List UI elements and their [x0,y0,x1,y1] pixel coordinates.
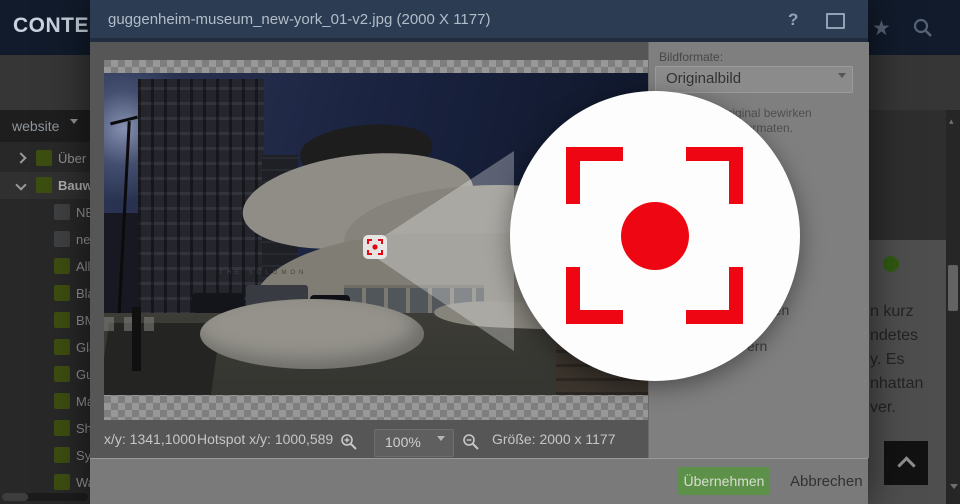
tree-item-label: Bauwe [58,178,90,193]
scrollbar-thumb[interactable] [948,265,958,311]
page-icon [54,420,70,436]
zoom-level-select[interactable]: 100% [374,429,454,457]
page-icon [54,204,70,220]
scroll-up-icon[interactable]: ▴ [949,116,954,127]
chevron-down-icon [838,78,846,96]
tree-item[interactable]: Bauwe [0,172,90,199]
page-icon [54,231,70,247]
zoom-level-value: 100% [385,434,421,450]
modal-help-icon[interactable]: ? [788,10,798,30]
focus-dot-icon [621,202,689,270]
text-fragment: n kurz [870,303,914,321]
tree-item[interactable]: She [0,415,90,442]
page-icon [54,312,70,328]
chevron-up-icon [897,456,915,474]
bookmark-star-icon[interactable]: ★ [872,16,891,41]
screen: CONTEN ★ + ☁ ? website Über u Bauwe NEW [0,0,960,504]
cancel-button[interactable]: Abbrechen [790,473,863,490]
tree-item[interactable]: Allia [0,253,90,280]
tree-item-label: Allia [76,259,90,274]
tree-item-label: BMW [76,313,90,328]
corner-caret-icon [950,489,958,504]
tree-item[interactable]: Gug [0,361,90,388]
hotspot-magnifier-callout [510,91,800,381]
tree-item[interactable]: Syd [0,442,90,469]
chevron-down-icon[interactable] [15,179,26,190]
search-icon[interactable] [912,17,934,44]
format-select[interactable]: Originalbild [655,66,853,93]
format-label: Bildformate: [659,50,723,64]
text-fragment: y. Es [870,351,904,369]
vertical-scrollbar[interactable]: ▴ [946,110,960,504]
tree-item-label: She [76,421,90,436]
tree-item[interactable]: Bla [0,280,90,307]
page-icon [54,339,70,355]
page-icon [54,474,70,490]
tree-item-label: Gug [76,367,90,382]
text-fragment: nhattan [870,375,923,393]
tree-item-label: Wal [76,475,90,490]
format-select-value: Originalbild [666,70,741,87]
tree-item-label: NEW [76,205,90,220]
tree-item[interactable]: NEW [0,199,90,226]
page-icon [54,447,70,463]
page-icon [54,393,70,409]
tree-item[interactable]: Über u [0,145,90,172]
image-size: Größe: 2000 x 1177 [492,431,616,447]
tree-item-label: Mar [76,394,90,409]
page-icon [36,177,52,193]
tree-item-label: Syd [76,448,90,463]
round-planter [200,299,424,369]
maximize-icon[interactable] [826,13,845,29]
tree-item[interactable]: Glas [0,334,90,361]
chevron-down-icon [70,124,78,142]
site-selector[interactable]: website [0,110,90,142]
site-selector-value: website [12,118,59,134]
chevron-right-icon[interactable] [15,152,26,163]
content-area: n kurz ndetes y. Es nhattan ver. ▴ [868,110,960,504]
tree-item[interactable]: Mar [0,388,90,415]
modal-titlebar: guggenheim-museum_new-york_01-v2.jpg (20… [90,0,868,42]
modal-footer: Übernehmen Abbrechen [90,458,868,504]
text-fragment: ver. [870,399,896,417]
zoom-out-icon[interactable] [462,433,480,456]
page-icon [54,258,70,274]
tree-item-label: Bla [76,286,90,301]
text-fragment: ndetes [870,327,918,345]
tree-item[interactable]: new [0,226,90,253]
apartment-building [138,79,264,315]
sign-post [132,307,141,371]
zoom-in-icon[interactable] [340,433,358,456]
tree-item[interactable]: Wal [0,469,90,496]
page-icon [54,285,70,301]
page-icon [36,150,52,166]
chevron-down-icon [437,441,445,459]
hotspot-coordinates: Hotspot x/y: 1000,589 [197,431,333,447]
status-dot [883,256,899,272]
page-tree: website Über u Bauwe NEW new Allia Bla [0,110,90,504]
page-icon [54,366,70,382]
tree-item-label: Über u [58,151,90,166]
modal-title: guggenheim-museum_new-york_01-v2.jpg (20… [108,11,490,28]
tree-item[interactable]: BMW [0,307,90,334]
apply-button[interactable]: Übernehmen [678,467,770,495]
tree-item-label: new [76,232,90,247]
scroll-to-top-button[interactable] [884,441,928,485]
cursor-coordinates: x/y: 1341,1000 [104,431,196,447]
hotspot-marker[interactable] [363,235,387,259]
horizontal-scrollbar[interactable] [2,493,88,501]
tree-item-label: Glas [76,340,90,355]
